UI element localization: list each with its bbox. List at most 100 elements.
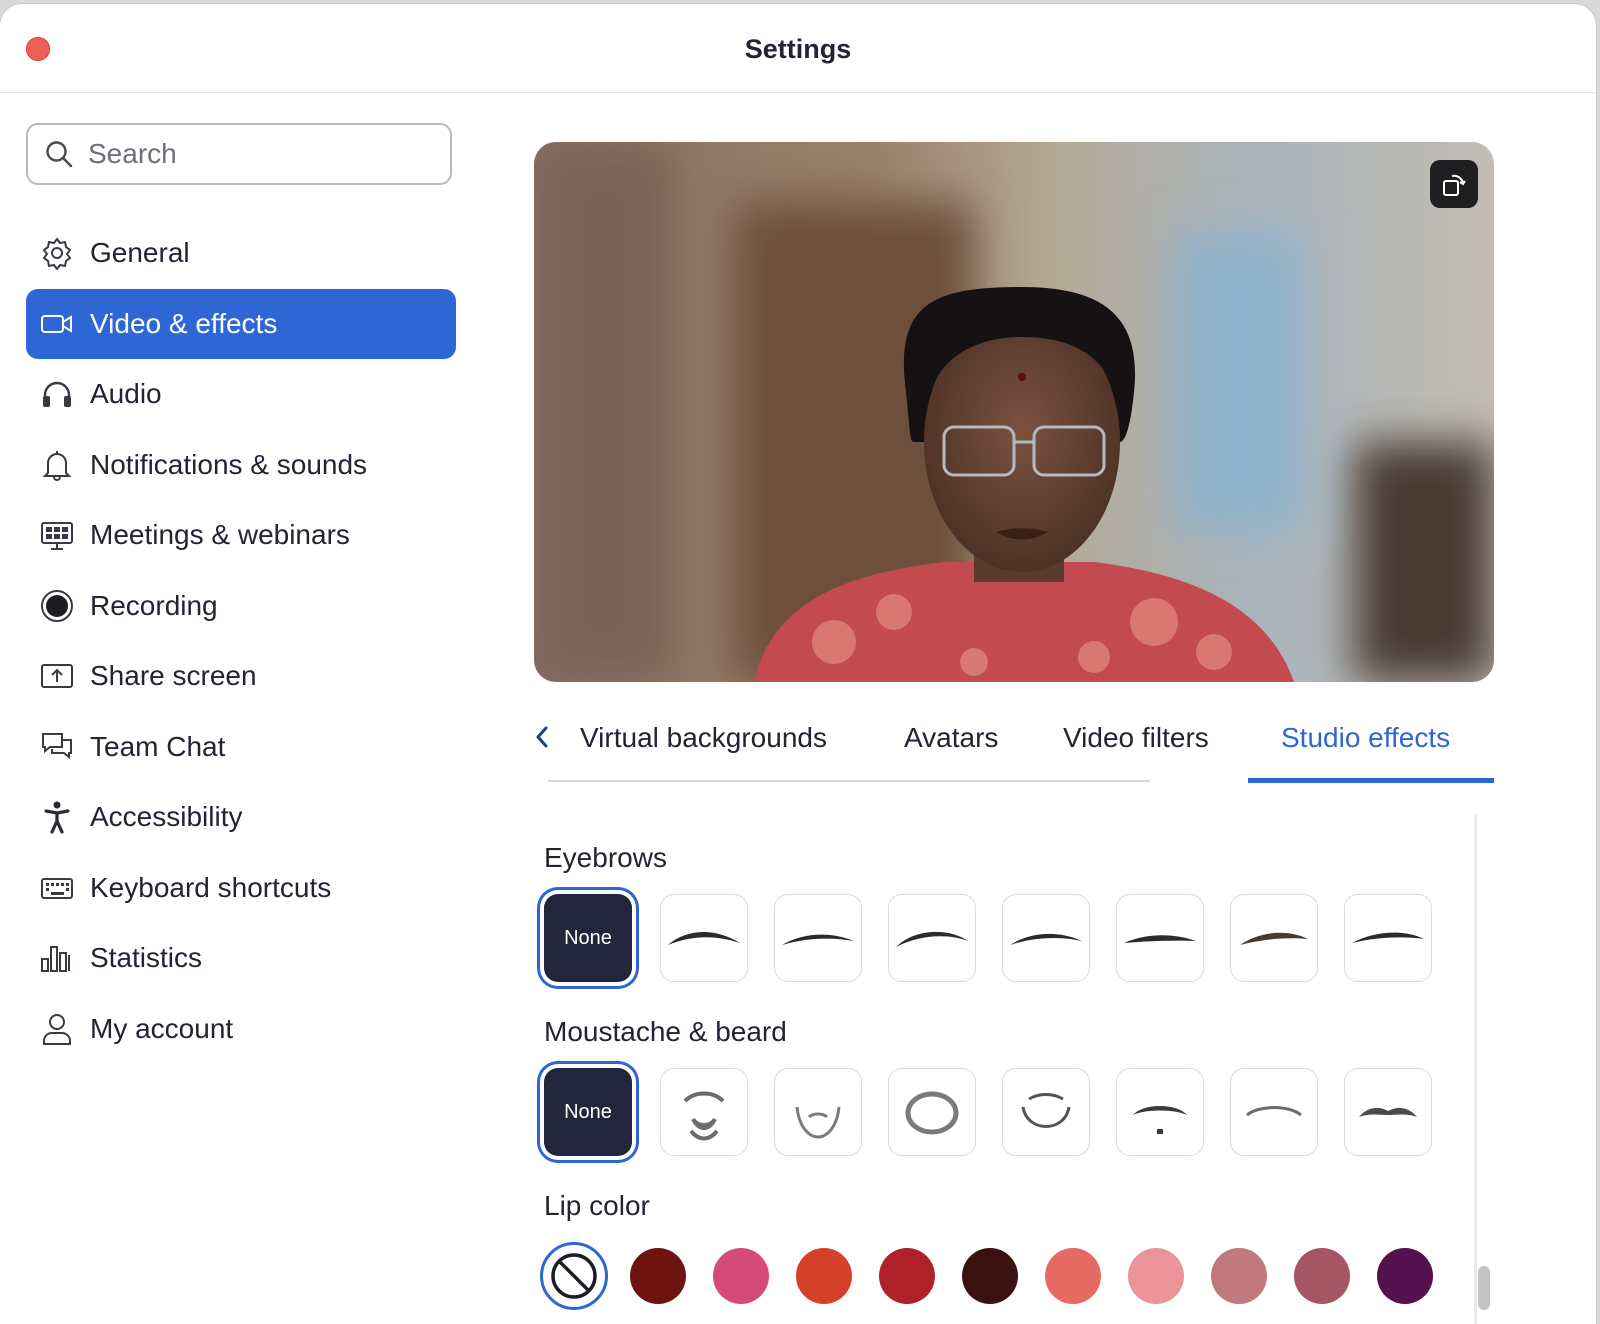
beard-style-7[interactable] bbox=[1344, 1068, 1432, 1156]
eyebrow-style-5[interactable] bbox=[1116, 894, 1204, 982]
sidebar-item-recording[interactable]: Recording bbox=[26, 571, 456, 642]
title-bar: Settings bbox=[0, 4, 1596, 93]
panel-scrollbar[interactable] bbox=[1478, 1266, 1490, 1310]
sidebar-item-team-chat[interactable]: Team Chat bbox=[26, 712, 456, 783]
sidebar-item-label: Notifications & sounds bbox=[90, 448, 368, 480]
rotate-icon bbox=[1443, 174, 1466, 196]
lip-color-swatch-8[interactable] bbox=[1211, 1248, 1267, 1304]
eyebrow-style-icon bbox=[1352, 932, 1424, 943]
sidebar-item-keyboard-shortcuts[interactable]: Keyboard shortcuts bbox=[26, 853, 456, 924]
record-icon bbox=[40, 589, 74, 623]
tab-virtual-backgrounds[interactable]: Virtual backgrounds bbox=[580, 722, 827, 754]
lip-color-swatch-6[interactable] bbox=[1045, 1248, 1101, 1304]
sidebar-item-label: Video & effects bbox=[90, 307, 278, 339]
sidebar-item-label: Audio bbox=[90, 378, 162, 410]
lip-color-swatch-9[interactable] bbox=[1294, 1248, 1350, 1304]
sidebar-item-accessibility[interactable]: Accessibility bbox=[26, 782, 456, 853]
sidebar-item-video-effects[interactable]: Video & effects bbox=[26, 288, 456, 359]
sidebar-item-notifications[interactable]: Notifications & sounds bbox=[26, 430, 456, 501]
camera-feed-image bbox=[534, 142, 1494, 682]
moustache-beard-heading: Moustache & beard bbox=[544, 1016, 787, 1047]
tab-video-filters[interactable]: Video filters bbox=[1063, 722, 1209, 754]
beard-style-icon bbox=[1133, 1106, 1187, 1134]
sidebar-item-share-screen[interactable]: Share screen bbox=[26, 641, 456, 712]
beard-style-icon bbox=[1246, 1106, 1302, 1117]
video-camera-icon bbox=[40, 307, 74, 341]
share-screen-icon bbox=[40, 659, 74, 693]
tabs-scroll-left-button[interactable] bbox=[534, 720, 558, 754]
beard-style-4[interactable] bbox=[1002, 1068, 1090, 1156]
eyebrows-heading: Eyebrows bbox=[544, 842, 667, 873]
beard-style-icon bbox=[795, 1106, 841, 1139]
beard-style-5[interactable] bbox=[1116, 1068, 1204, 1156]
sidebar-item-label: Statistics bbox=[90, 942, 203, 974]
bell-icon bbox=[40, 448, 74, 482]
lip-color-heading: Lip color bbox=[544, 1190, 650, 1221]
tab-avatars[interactable]: Avatars bbox=[904, 722, 998, 754]
eyebrow-style-1[interactable] bbox=[660, 894, 748, 982]
lip-color-swatch-5[interactable] bbox=[962, 1248, 1018, 1304]
sidebar-item-general[interactable]: General bbox=[26, 218, 456, 289]
lip-color-none-option[interactable] bbox=[540, 1242, 608, 1310]
beard-style-icon bbox=[1021, 1093, 1071, 1128]
search-input[interactable] bbox=[86, 137, 420, 171]
lip-color-swatch-10[interactable] bbox=[1377, 1248, 1433, 1304]
camera-preview bbox=[534, 142, 1494, 682]
lip-color-swatch-4[interactable] bbox=[879, 1248, 935, 1304]
tab-studio-effects[interactable]: Studio effects bbox=[1281, 722, 1450, 754]
beard-style-3[interactable] bbox=[888, 1068, 976, 1156]
sidebar-nav: General Video & effects Audio Notificati… bbox=[26, 218, 456, 1064]
eyebrow-style-icon bbox=[896, 931, 968, 947]
sidebar-item-label: Meetings & webinars bbox=[90, 519, 350, 551]
keyboard-icon bbox=[40, 871, 74, 905]
sidebar-item-my-account[interactable]: My account bbox=[26, 994, 456, 1065]
eyebrow-style-3[interactable] bbox=[888, 894, 976, 982]
sidebar-item-label: Recording bbox=[90, 589, 218, 621]
eyebrow-style-icon bbox=[1010, 933, 1082, 945]
eyebrows-none-option[interactable]: None bbox=[544, 894, 632, 982]
eyebrow-style-4[interactable] bbox=[1002, 894, 1090, 982]
eyebrow-style-2[interactable] bbox=[774, 894, 862, 982]
accessibility-icon bbox=[40, 800, 74, 834]
beard-none-label: None bbox=[564, 1100, 612, 1123]
rotate-camera-button[interactable] bbox=[1430, 160, 1478, 208]
meetings-icon bbox=[40, 518, 74, 552]
no-color-icon bbox=[551, 1253, 597, 1299]
headphones-icon bbox=[40, 377, 74, 411]
beard-style-1[interactable] bbox=[660, 1068, 748, 1156]
settings-window: Settings General Video & effects Audio bbox=[0, 4, 1596, 1324]
active-tab-indicator bbox=[1248, 778, 1494, 783]
lip-color-swatch-2[interactable] bbox=[713, 1248, 769, 1304]
studio-effects-panel: Eyebrows None Moustache & beard None Lip… bbox=[534, 814, 1474, 1324]
sidebar-item-meetings[interactable]: Meetings & webinars bbox=[26, 500, 456, 571]
search-icon bbox=[46, 141, 73, 168]
eyebrow-style-icon bbox=[1124, 935, 1196, 943]
beard-style-icon bbox=[905, 1091, 959, 1135]
sidebar-item-statistics[interactable]: Statistics bbox=[26, 923, 456, 994]
panel-scrollbar-track bbox=[1474, 814, 1477, 1324]
eyebrows-none-label: None bbox=[564, 926, 612, 949]
window-title: Settings bbox=[744, 34, 852, 64]
eyebrow-style-icon bbox=[1240, 932, 1308, 945]
beard-none-option[interactable]: None bbox=[544, 1068, 632, 1156]
chevron-left-icon bbox=[536, 726, 548, 748]
eyebrow-style-6[interactable] bbox=[1230, 894, 1318, 982]
search-box[interactable] bbox=[26, 123, 452, 185]
lip-color-swatch-7[interactable] bbox=[1128, 1248, 1184, 1304]
beard-style-icon bbox=[683, 1091, 725, 1141]
statistics-icon bbox=[40, 941, 74, 975]
sidebar-item-label: Keyboard shortcuts bbox=[90, 871, 332, 903]
eyebrow-style-7[interactable] bbox=[1344, 894, 1432, 982]
beard-style-6[interactable] bbox=[1230, 1068, 1318, 1156]
sidebar-item-label: Team Chat bbox=[90, 730, 226, 762]
eyebrow-style-icon bbox=[782, 934, 854, 945]
sidebar-item-label: Accessibility bbox=[90, 801, 243, 833]
sidebar-item-audio[interactable]: Audio bbox=[26, 359, 456, 430]
lip-color-swatch-1[interactable] bbox=[630, 1248, 686, 1304]
tabs-divider bbox=[548, 780, 1150, 782]
beard-style-2[interactable] bbox=[774, 1068, 862, 1156]
sidebar-item-label: General bbox=[90, 237, 190, 269]
gear-icon bbox=[40, 236, 74, 271]
chat-icon bbox=[40, 730, 74, 764]
lip-color-swatch-3[interactable] bbox=[796, 1248, 852, 1304]
